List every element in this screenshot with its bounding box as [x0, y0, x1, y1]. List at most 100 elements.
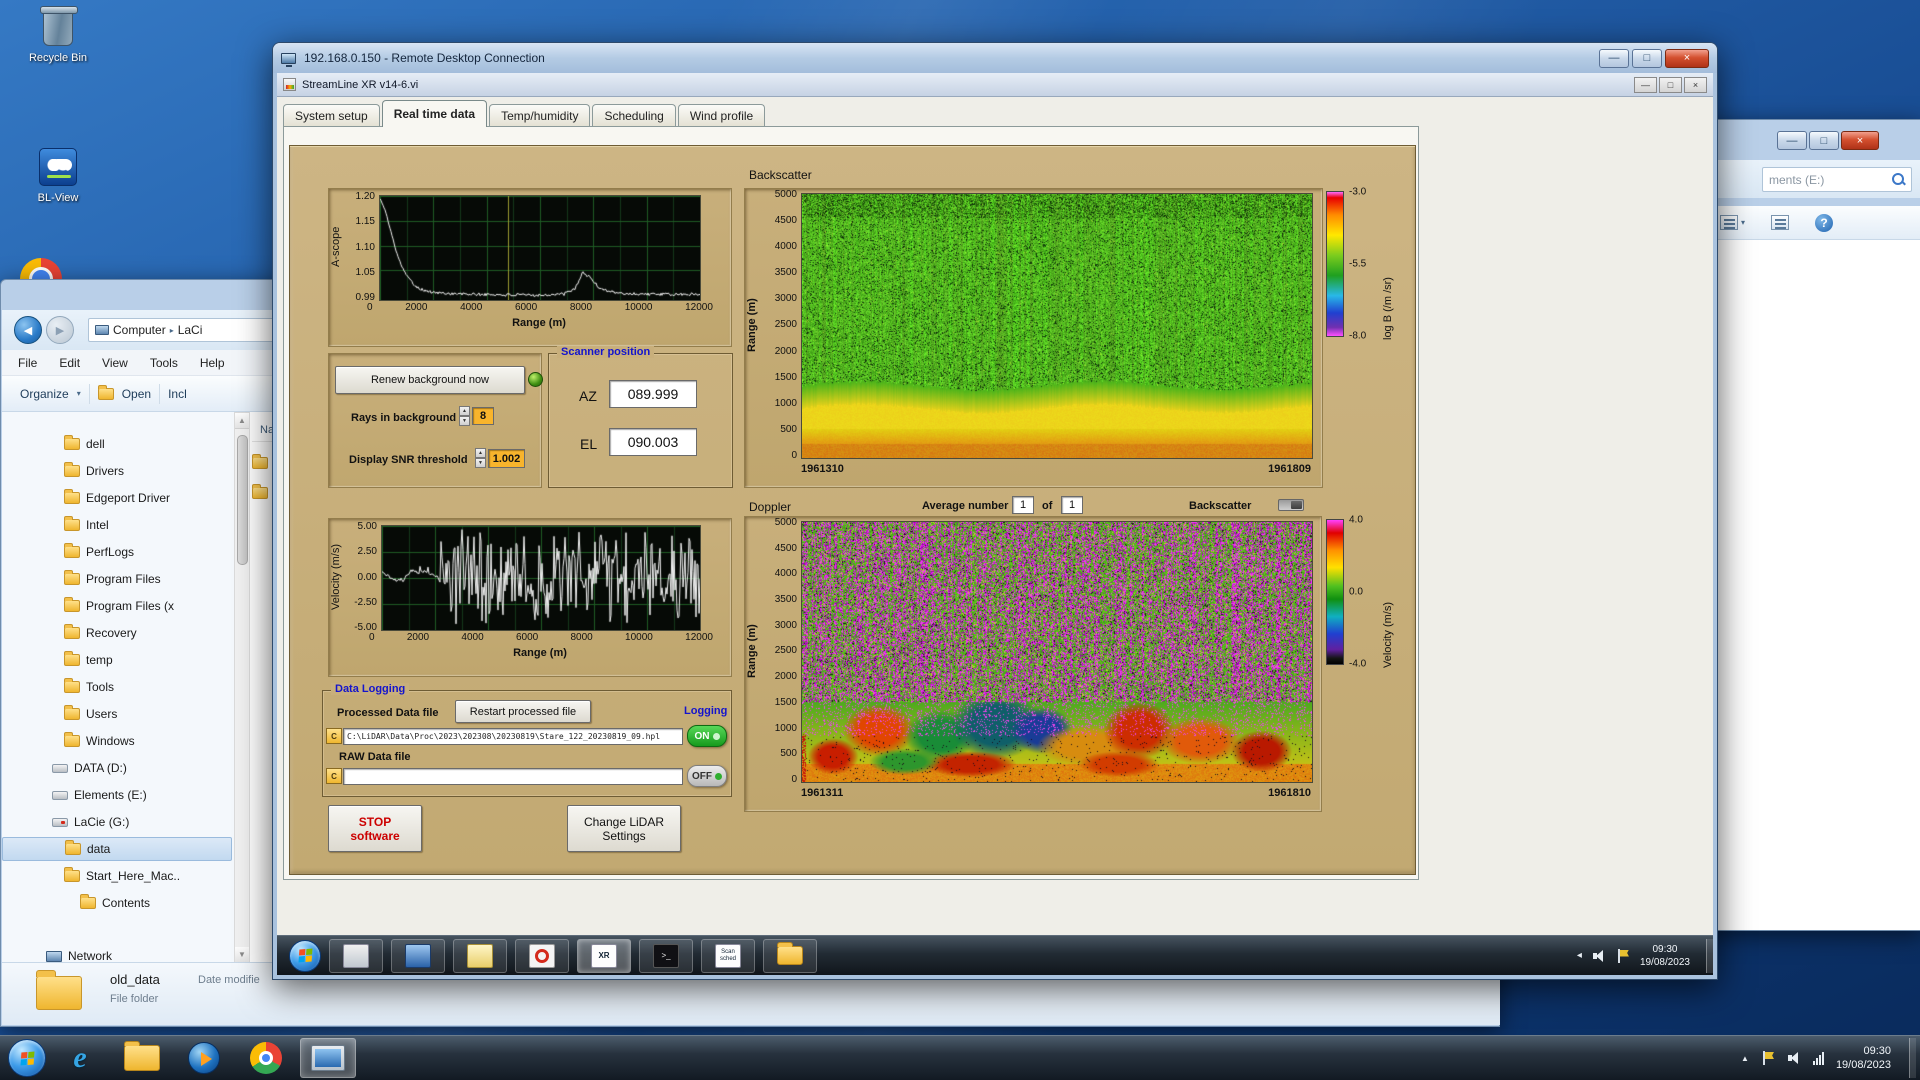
organize-button[interactable]: Organize	[20, 387, 69, 401]
scroll-up-icon[interactable]: ▲	[235, 413, 249, 429]
restart-processed-file-button[interactable]: Restart processed file	[455, 700, 591, 723]
scroll-down-icon[interactable]: ▼	[235, 947, 249, 963]
remote-taskbar-xr-app[interactable]: XR	[577, 938, 631, 973]
speaker-icon[interactable]	[1592, 949, 1606, 963]
breadcrumb-segment[interactable]: LaCi	[178, 323, 203, 337]
remote-start-button[interactable]	[289, 939, 321, 972]
remote-taskbar-scan-scheduler[interactable]: Scan sched	[701, 938, 755, 973]
menu-edit[interactable]: Edit	[59, 356, 80, 370]
back-button[interactable]: ◀	[14, 316, 42, 344]
menu-help[interactable]: Help	[200, 356, 225, 370]
tree-item-data[interactable]: data	[2, 837, 232, 861]
speaker-icon[interactable]	[1787, 1051, 1801, 1065]
tab-scheduling[interactable]: Scheduling	[592, 104, 676, 127]
minimize-button[interactable]: —	[1777, 131, 1807, 150]
start-button[interactable]	[8, 1039, 46, 1077]
snr-stepper[interactable]: ▲ ▼	[475, 448, 486, 468]
tree-item-contents[interactable]: Contents	[2, 891, 232, 915]
hidden-icons-chevron-icon[interactable]: ▲	[1741, 1054, 1749, 1063]
tree-item-data-d[interactable]: DATA (D:)	[2, 756, 232, 780]
of-count-field[interactable]: 1	[1061, 496, 1083, 514]
taskbar-chrome[interactable]	[238, 1038, 294, 1078]
menu-view[interactable]: View	[102, 356, 128, 370]
raw-logging-toggle[interactable]: OFF	[687, 765, 727, 787]
desktop-icon-bl-view[interactable]: BL-View	[12, 148, 104, 204]
snr-value-field[interactable]: 1.002	[488, 449, 525, 468]
average-number-field[interactable]: 1	[1012, 496, 1034, 514]
remote-taskbar-power[interactable]	[515, 938, 569, 973]
help-icon[interactable]: ?	[1815, 213, 1834, 232]
backscatter-toggle[interactable]	[1278, 499, 1304, 511]
menu-file[interactable]: File	[18, 356, 37, 370]
stop-software-button[interactable]: STOP software	[328, 805, 422, 852]
processed-path-field[interactable]: C:\LiDAR\Data\Proc\2023\202308\20230819\…	[343, 728, 683, 745]
rays-value-field[interactable]: 8	[472, 407, 494, 425]
forward-button[interactable]: ▶	[46, 316, 74, 344]
tab-wind-profile[interactable]: Wind profile	[677, 104, 766, 127]
processed-logging-toggle[interactable]: ON	[687, 725, 727, 747]
restore-button[interactable]: □	[1632, 48, 1662, 68]
raw-path-field[interactable]	[343, 768, 683, 785]
tree-item-program-files-x[interactable]: Program Files (x	[2, 594, 232, 618]
scrollbar-thumb[interactable]	[237, 435, 248, 565]
tree-item-windows[interactable]: Windows	[2, 729, 232, 753]
tree-item-program-files[interactable]: Program Files	[2, 567, 232, 591]
remote-taskbar-app-window[interactable]	[329, 938, 383, 973]
desktop-icon-recycle-bin[interactable]: Recycle Bin	[12, 6, 104, 64]
maximize-button[interactable]: □	[1809, 131, 1839, 150]
tree-item-temp[interactable]: temp	[2, 648, 232, 672]
az-value-field[interactable]: 089.999	[609, 380, 697, 408]
show-desktop-button[interactable]	[1706, 938, 1713, 973]
tree-item-intel[interactable]: Intel	[2, 513, 232, 537]
menu-tools[interactable]: Tools	[150, 356, 178, 370]
tray-chevron-icon[interactable]: ◂	[1577, 950, 1582, 961]
remote-taskbar-notes[interactable]	[453, 938, 507, 973]
change-lidar-settings-button[interactable]: Change LiDAR Settings	[567, 805, 681, 852]
close-button[interactable]: ×	[1665, 48, 1709, 68]
include-button[interactable]: Incl	[168, 387, 187, 401]
preview-pane-icon[interactable]	[1771, 215, 1790, 230]
remote-taskbar-console[interactable]: >_	[639, 938, 693, 973]
tree-item-dell[interactable]: dell	[2, 432, 232, 456]
vi-title-bar[interactable]: StreamLine XR v14-6.vi — □ ×	[277, 73, 1713, 97]
tree-item-recovery[interactable]: Recovery	[2, 621, 232, 645]
network-icon[interactable]	[1812, 1051, 1824, 1065]
tree-item-edgeport-driver[interactable]: Edgeport Driver	[2, 486, 232, 510]
host-clock[interactable]: 09:30 19/08/2023	[1836, 1044, 1897, 1072]
minimize-button[interactable]: —	[1599, 48, 1629, 68]
rdp-title-bar[interactable]: 192.168.0.150 - Remote Desktop Connectio…	[273, 43, 1717, 73]
breadcrumb-segment[interactable]: Computer	[113, 323, 166, 337]
action-center-icon[interactable]	[1616, 948, 1630, 963]
search-input[interactable]: ments (E:)	[1762, 167, 1912, 192]
remote-taskbar-display[interactable]	[391, 938, 445, 973]
tree-item-drivers[interactable]: Drivers	[2, 459, 232, 483]
tree-item-elements-e[interactable]: Elements (E:)	[2, 783, 232, 807]
close-button[interactable]: ×	[1684, 76, 1707, 93]
open-button[interactable]: Open	[122, 387, 151, 401]
tab-system-setup[interactable]: System setup	[283, 104, 380, 127]
minimize-button[interactable]: —	[1634, 76, 1657, 93]
tree-item-perflogs[interactable]: PerfLogs	[2, 540, 232, 564]
remote-taskbar-folder[interactable]	[763, 938, 817, 973]
tree-item-users[interactable]: Users	[2, 702, 232, 726]
el-value-field[interactable]: 090.003	[609, 428, 697, 456]
tree-item-lacie-g[interactable]: LaCie (G:)	[2, 810, 232, 834]
remote-clock[interactable]: 09:30 19/08/2023	[1640, 943, 1690, 969]
tree-item-start-here-mac[interactable]: Start_Here_Mac..	[2, 864, 232, 888]
taskbar-media-player[interactable]	[176, 1038, 232, 1078]
tree-scrollbar[interactable]: ▲ ▼	[234, 412, 250, 964]
views-button[interactable]: ▾	[1720, 215, 1745, 230]
close-button[interactable]: ×	[1841, 131, 1879, 150]
restore-button[interactable]: □	[1659, 76, 1682, 93]
tab-temp-humidity[interactable]: Temp/humidity	[489, 104, 591, 127]
search-icon[interactable]	[1892, 173, 1905, 186]
taskbar-remote-desktop[interactable]	[300, 1038, 356, 1078]
tree-item-tools[interactable]: Tools	[2, 675, 232, 699]
tab-real-time-data[interactable]: Real time data	[381, 100, 488, 127]
taskbar-explorer[interactable]	[114, 1038, 170, 1078]
renew-background-button[interactable]: Renew background now	[335, 366, 525, 394]
rays-stepper[interactable]: ▲ ▼	[459, 406, 470, 426]
taskbar-internet-explorer[interactable]: e	[52, 1038, 108, 1078]
action-center-icon[interactable]	[1761, 1051, 1775, 1065]
show-desktop-button[interactable]	[1909, 1038, 1916, 1078]
